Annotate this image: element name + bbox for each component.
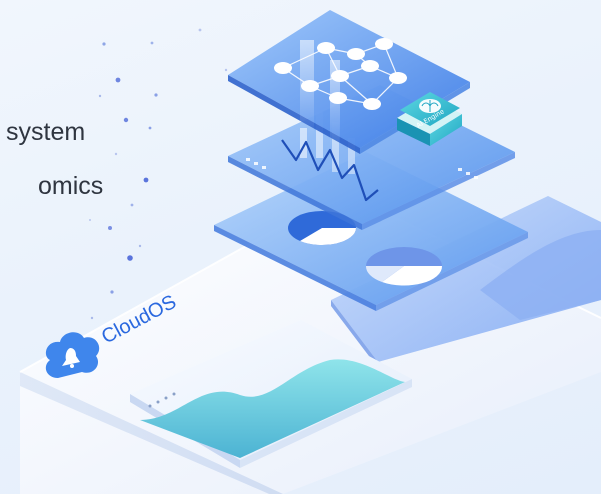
hero-stage: system omics CloudOS AI Engine <box>0 0 601 494</box>
cloud-bell-icon <box>45 332 100 378</box>
pie-chart-right <box>365 247 443 286</box>
platform-illustration: CloudOS AI Engine <box>19 10 601 494</box>
